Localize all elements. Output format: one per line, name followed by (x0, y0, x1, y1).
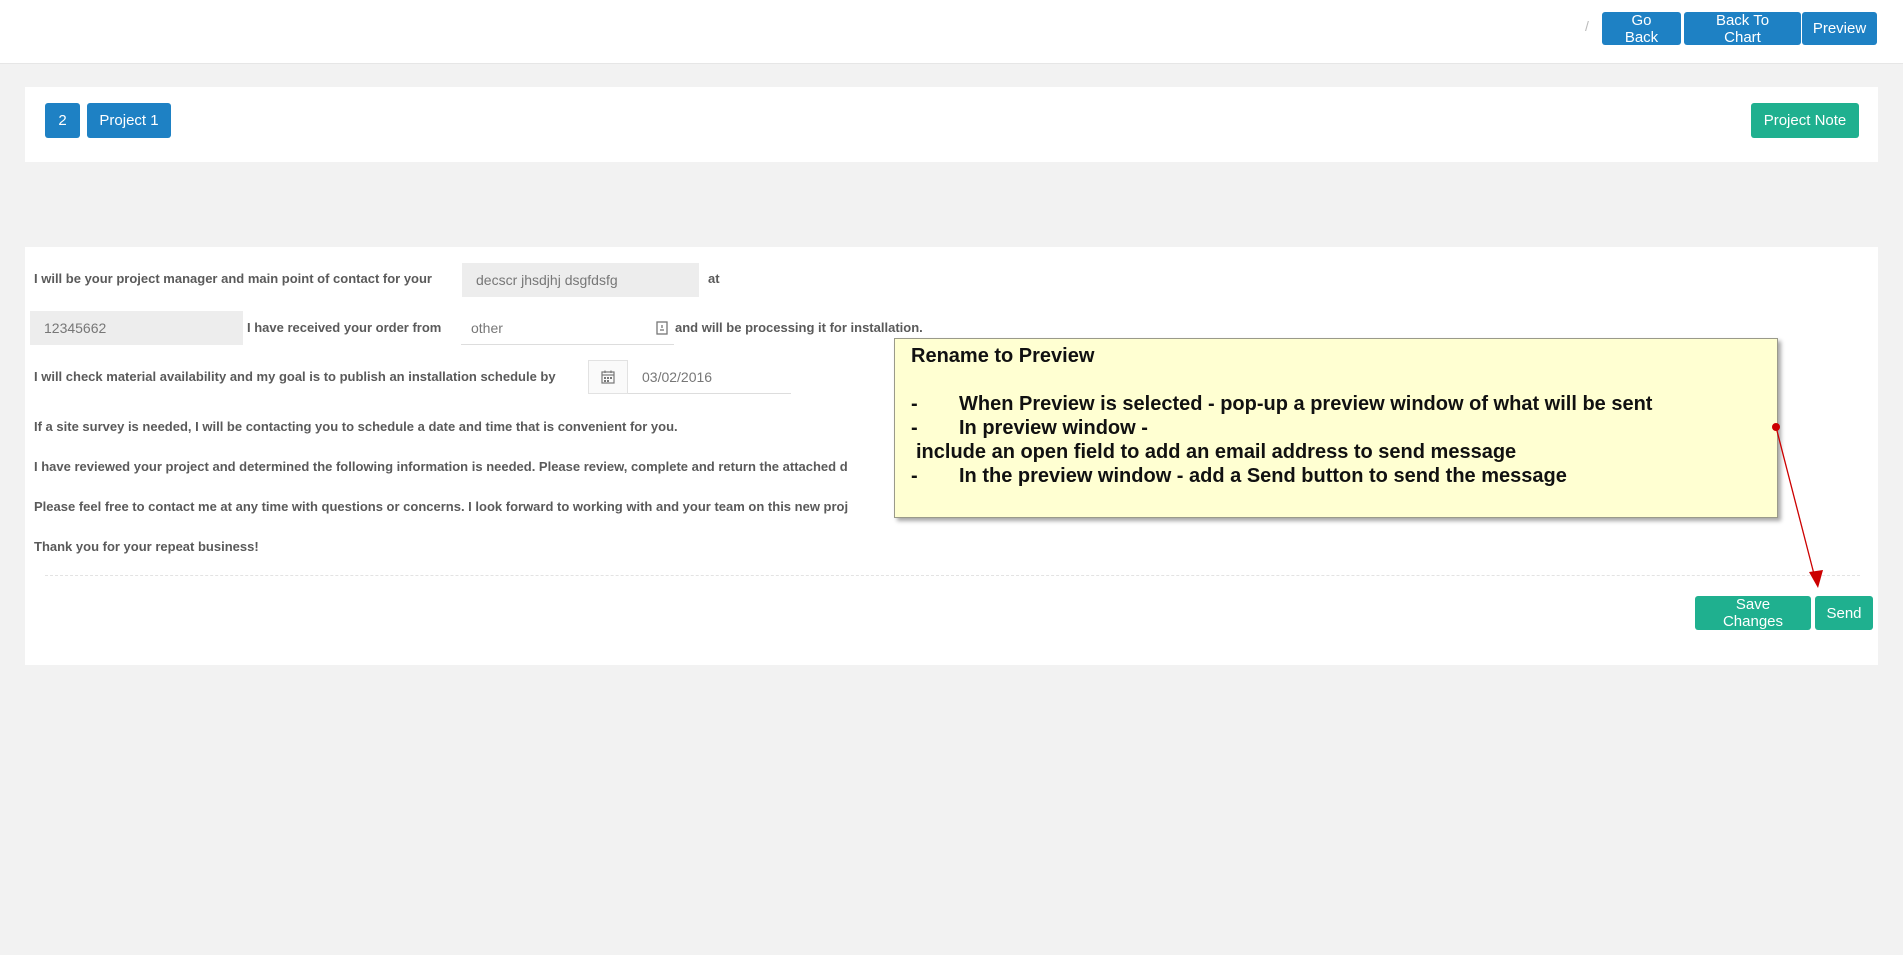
project-bar: 2 Project 1 Project Note (25, 87, 1878, 162)
schedule-date-input[interactable]: 03/02/2016 (628, 360, 791, 394)
preview-button[interactable]: Preview (1802, 12, 1877, 45)
breadcrumb-separator: / (1585, 18, 1589, 34)
letter-line-7: Thank you for your repeat business! (34, 539, 259, 554)
list-icon (656, 321, 668, 335)
letter-line-6: Please feel free to contact me at any ti… (34, 499, 849, 514)
letter-line-4: If a site survey is needed, I will be co… (34, 419, 678, 434)
calendar-icon (601, 370, 615, 384)
annotation-title: Rename to Preview (911, 345, 1095, 367)
form-divider (45, 575, 1860, 576)
annotation-bullet-2-cont: include an open field to add an email ad… (916, 441, 1517, 463)
order-number-field[interactable]: 12345662 (30, 311, 243, 345)
project-button[interactable]: Project 1 (87, 103, 171, 138)
project-note-button[interactable]: Project Note (1751, 103, 1859, 138)
order-source-select[interactable]: other (461, 311, 674, 345)
save-changes-button[interactable]: Save Changes (1695, 596, 1811, 630)
project-number-button[interactable]: 2 (45, 103, 80, 138)
annotation-bullet-3-dash: - (911, 465, 918, 487)
letter-line-1-at: at (708, 271, 720, 286)
calendar-button[interactable] (588, 360, 628, 394)
annotation-bullet-1-dash: - (911, 393, 918, 415)
top-header: / Go Back Back To Chart Preview (0, 0, 1903, 64)
annotation-note: Rename to Preview - When Preview is sele… (894, 338, 1778, 518)
order-source-value: other (471, 319, 503, 336)
letter-line-3: I will check material availability and m… (34, 369, 556, 384)
letter-line-2-after: and will be processing it for installati… (675, 320, 923, 335)
annotation-bullet-2-dash: - (911, 417, 918, 439)
letter-line-2: I have received your order from (247, 320, 442, 335)
letter-line-1: I will be your project manager and main … (34, 271, 432, 286)
contact-field[interactable]: decscr jhsdjhj dsgfdsfg (462, 263, 699, 297)
annotation-bullet-2: In preview window - (959, 417, 1148, 439)
annotation-bullet-3: In the preview window - add a Send butto… (959, 465, 1567, 487)
go-back-button[interactable]: Go Back (1602, 12, 1681, 46)
back-to-chart-button[interactable]: Back To Chart (1684, 12, 1801, 46)
letter-line-5: I have reviewed your project and determi… (34, 459, 848, 474)
annotation-bullet-1: When Preview is selected - pop-up a prev… (959, 393, 1653, 415)
send-button[interactable]: Send (1815, 596, 1873, 630)
